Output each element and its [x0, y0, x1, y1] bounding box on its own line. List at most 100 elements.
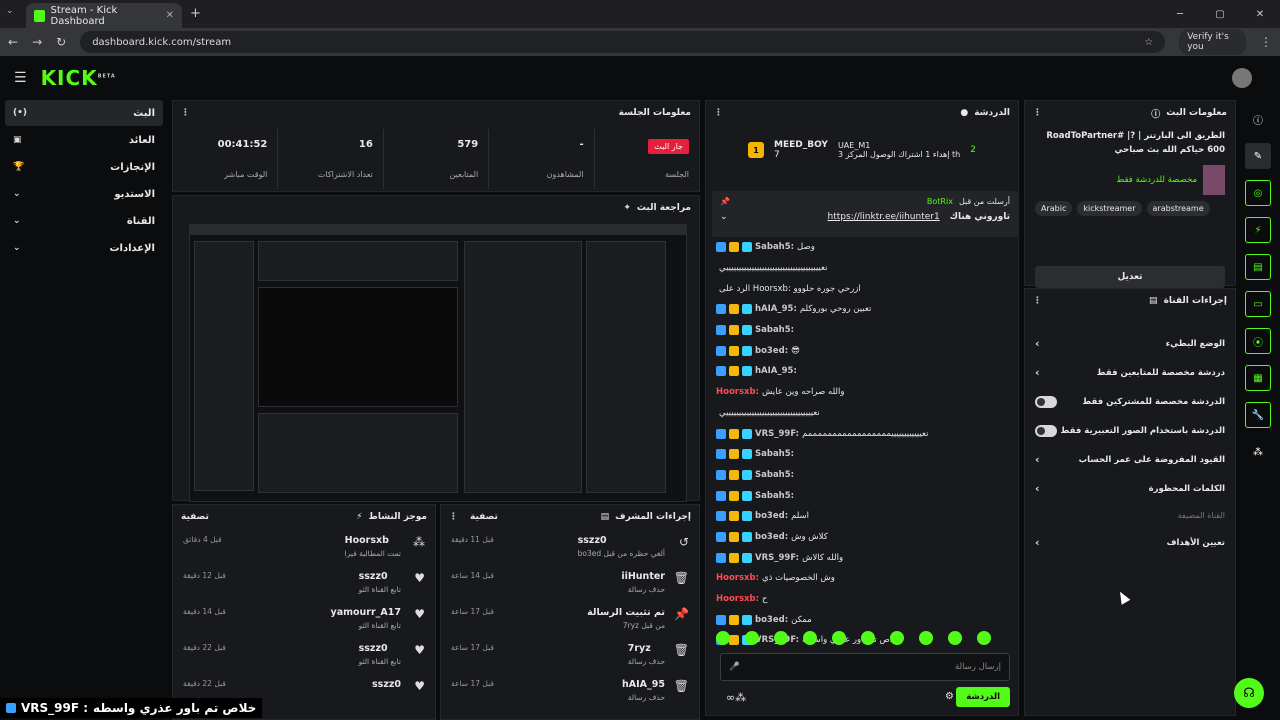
chat-message[interactable]: VRS_99F: نعييييييييييييمممممممممممممممممم — [706, 423, 1018, 444]
chat-icon[interactable]: ▭ — [1245, 291, 1271, 317]
emote-icon[interactable] — [861, 631, 875, 645]
toggle-switch[interactable] — [1035, 395, 1057, 408]
document-icon[interactable]: ▤ — [1245, 254, 1271, 280]
emote-icon[interactable] — [745, 631, 759, 645]
toggle-switch[interactable] — [1035, 424, 1057, 437]
emote-picker-icon[interactable]: ∞⁂ — [726, 691, 746, 704]
chat-message[interactable]: hAIA_95: تعبين روحي بوروكلم — [706, 299, 1018, 320]
channel-action-row[interactable]: دردشة مخصصة للمتابعين فقط › — [1025, 358, 1235, 387]
chat-username[interactable]: Hoorsxb: — [716, 573, 759, 583]
chat-message[interactable]: bo3ed: ممكن — [706, 609, 1018, 630]
edit-button[interactable]: تعديل — [1035, 266, 1225, 288]
minimize-button[interactable]: ─ — [1160, 0, 1200, 28]
chat-message[interactable]: bo3ed: اسلم — [706, 506, 1018, 527]
emote-icon[interactable] — [977, 631, 991, 645]
sidebar-item[interactable]: الإنجازات 🏆 — [5, 154, 163, 180]
chat-username[interactable]: Sabah5: — [755, 470, 794, 480]
chat-message[interactable]: Sabah5: — [706, 320, 1018, 341]
list-item[interactable]: 📌 تم تثبيت الرسالة من قبل 7ryz قبل 17 ساعة — [441, 601, 699, 637]
url-field[interactable]: dashboard.kick.com/stream ☆ — [80, 31, 1166, 53]
new-tab-button[interactable]: + — [190, 6, 201, 21]
emote-icon[interactable] — [803, 631, 817, 645]
chat-message[interactable]: الرد على Hoorsxb: ازرحي جوره حلووو — [706, 278, 1018, 299]
target-icon[interactable]: ◎ — [1245, 180, 1271, 206]
close-icon[interactable]: ✕ — [166, 10, 174, 21]
chat-message[interactable]: Hoorsxb: وش الخصوصيات ذي — [706, 568, 1018, 589]
chat-message[interactable]: Hoorsxb: والله صراحه وين عايش — [706, 382, 1018, 403]
stream-preview-video[interactable] — [189, 224, 687, 502]
reload-icon[interactable]: ↻ — [56, 35, 66, 49]
sidebar-item[interactable]: البث (•) — [5, 100, 163, 126]
list-item[interactable]: 🗑 iiHunter حذف رسالة قبل 14 ساعة — [441, 565, 699, 601]
list-item[interactable]: ♥ sszz0 تابع القناة الثو قبل 22 دقيقة — [173, 637, 435, 673]
mic-icon[interactable]: 🎤 — [729, 662, 740, 672]
goals-row[interactable]: تعيين الأهداف › — [1025, 528, 1235, 557]
chat-username[interactable]: VRS_99F: — [755, 553, 799, 563]
emote-icon[interactable] — [919, 631, 933, 645]
tab-search-icon[interactable]: ⌄ — [6, 6, 14, 16]
chat-username[interactable]: bo3ed: — [755, 532, 788, 542]
chat-username[interactable]: Hoorsxb: — [716, 594, 759, 604]
channel-action-row[interactable]: القيود المفروضة على عمر الحساب › — [1025, 445, 1235, 474]
chat-username[interactable]: hAIA_95: — [755, 366, 797, 376]
pencil-icon[interactable]: ✎ — [1245, 143, 1271, 169]
chat-message[interactable]: Sabah5: وصل — [706, 237, 1018, 258]
forward-arrow-icon[interactable]: → — [32, 35, 42, 49]
list-item[interactable]: ↺ sszz0 ألغي حظره من قبل bo3ed قبل 11 دقيقة — [441, 529, 699, 565]
sidebar-item[interactable]: الإعدادات ⌄ — [5, 235, 163, 261]
list-item[interactable]: 🗑 7ryz حذف رسالة قبل 17 ساعة — [441, 637, 699, 673]
list-item[interactable]: ♥ sszz0 تابع القناة الثو قبل 12 دقيقة — [173, 565, 435, 601]
bolt-icon[interactable]: ⚡ — [1245, 217, 1271, 243]
chat-message[interactable]: bo3ed: 😎 — [706, 340, 1018, 361]
gear-icon[interactable]: ⚙ — [945, 691, 954, 702]
tag-chip[interactable]: arabstreame — [1146, 201, 1210, 216]
channel-action-row[interactable]: الوضع البطيء › — [1025, 329, 1235, 358]
kick-logo[interactable]: KICKBETA — [41, 66, 116, 90]
more-options-icon[interactable]: ⋮ — [1033, 108, 1042, 118]
channel-action-row[interactable]: الكلمات المحظورة › — [1025, 474, 1235, 503]
chat-message[interactable]: Sabah5: — [706, 485, 1018, 506]
pinned-message[interactable]: أرسلت من قبل BotRix 📌 تاوروني هناك https… — [712, 191, 1018, 237]
list-item[interactable]: ⁂ Hoorsxb تمت المطالبة فيرا قبل 4 دقائق — [173, 529, 435, 565]
chat-message[interactable]: VRS_99F: والله كالاش — [706, 547, 1018, 568]
list-item[interactable]: 🗑 hAIA_95 حذف رسالة قبل 17 ساعة — [441, 673, 699, 709]
more-options-icon[interactable]: ⋮ — [714, 108, 723, 118]
apps-icon[interactable]: ⁂ — [1245, 439, 1271, 465]
broadcast-icon[interactable]: ⦿ — [1245, 328, 1271, 354]
wrench-icon[interactable]: 🔧 — [1245, 402, 1271, 428]
layout-icon[interactable]: ▦ — [1245, 365, 1271, 391]
chat-username[interactable]: Sabah5: — [755, 491, 794, 501]
chat-username[interactable]: bo3ed: — [755, 615, 788, 625]
sidebar-item[interactable]: الاستديو ⌄ — [5, 181, 163, 207]
emote-icon[interactable] — [832, 631, 846, 645]
chat-message[interactable]: نعييييييييييييييييييييييييييييييييييي — [706, 403, 1018, 424]
window-close-button[interactable]: ✕ — [1240, 0, 1280, 28]
maximize-button[interactable]: ▢ — [1200, 0, 1240, 28]
avatar[interactable] — [1232, 68, 1252, 88]
chat-username[interactable]: Hoorsxb: — [716, 387, 759, 397]
category-name[interactable]: مخصصة للدردشة فقط — [1116, 175, 1197, 185]
chat-username[interactable]: hAIA_95: — [755, 304, 797, 314]
chat-username[interactable]: Sabah5: — [755, 325, 794, 335]
chat-message[interactable]: hAIA_95: — [706, 361, 1018, 382]
sidebar-item[interactable]: العائد ▣ — [5, 127, 163, 153]
more-options-icon[interactable]: ⋮ — [181, 108, 190, 118]
chat-username[interactable]: Sabah5: — [755, 449, 794, 459]
emote-icon[interactable] — [716, 631, 730, 645]
tag-chip[interactable]: Arabic — [1035, 201, 1073, 216]
channel-action-row[interactable]: الدردشة مخصصة للمشتركين فقط — [1025, 387, 1235, 416]
profile-button[interactable]: Verify it's you — [1179, 29, 1246, 55]
chat-send-button[interactable]: الدردشة — [956, 687, 1010, 707]
chat-username[interactable]: bo3ed: — [755, 346, 788, 356]
chat-username[interactable]: VRS_99F: — [755, 429, 799, 439]
chat-username[interactable]: bo3ed: — [755, 511, 788, 521]
bookmark-star-icon[interactable]: ☆ — [1144, 37, 1153, 48]
channel-action-row[interactable]: الدردشة باستخدام الصور التعبيرية فقط — [1025, 416, 1235, 445]
chat-message[interactable]: Sabah5: — [706, 465, 1018, 486]
filter-button[interactable]: تصفية — [470, 512, 498, 522]
back-arrow-icon[interactable]: ← — [8, 35, 18, 49]
emote-icon[interactable] — [890, 631, 904, 645]
more-options-icon[interactable]: ⋮ — [1033, 296, 1042, 306]
emote-icon[interactable] — [948, 631, 962, 645]
more-options-icon[interactable]: ⋮ — [449, 512, 458, 522]
